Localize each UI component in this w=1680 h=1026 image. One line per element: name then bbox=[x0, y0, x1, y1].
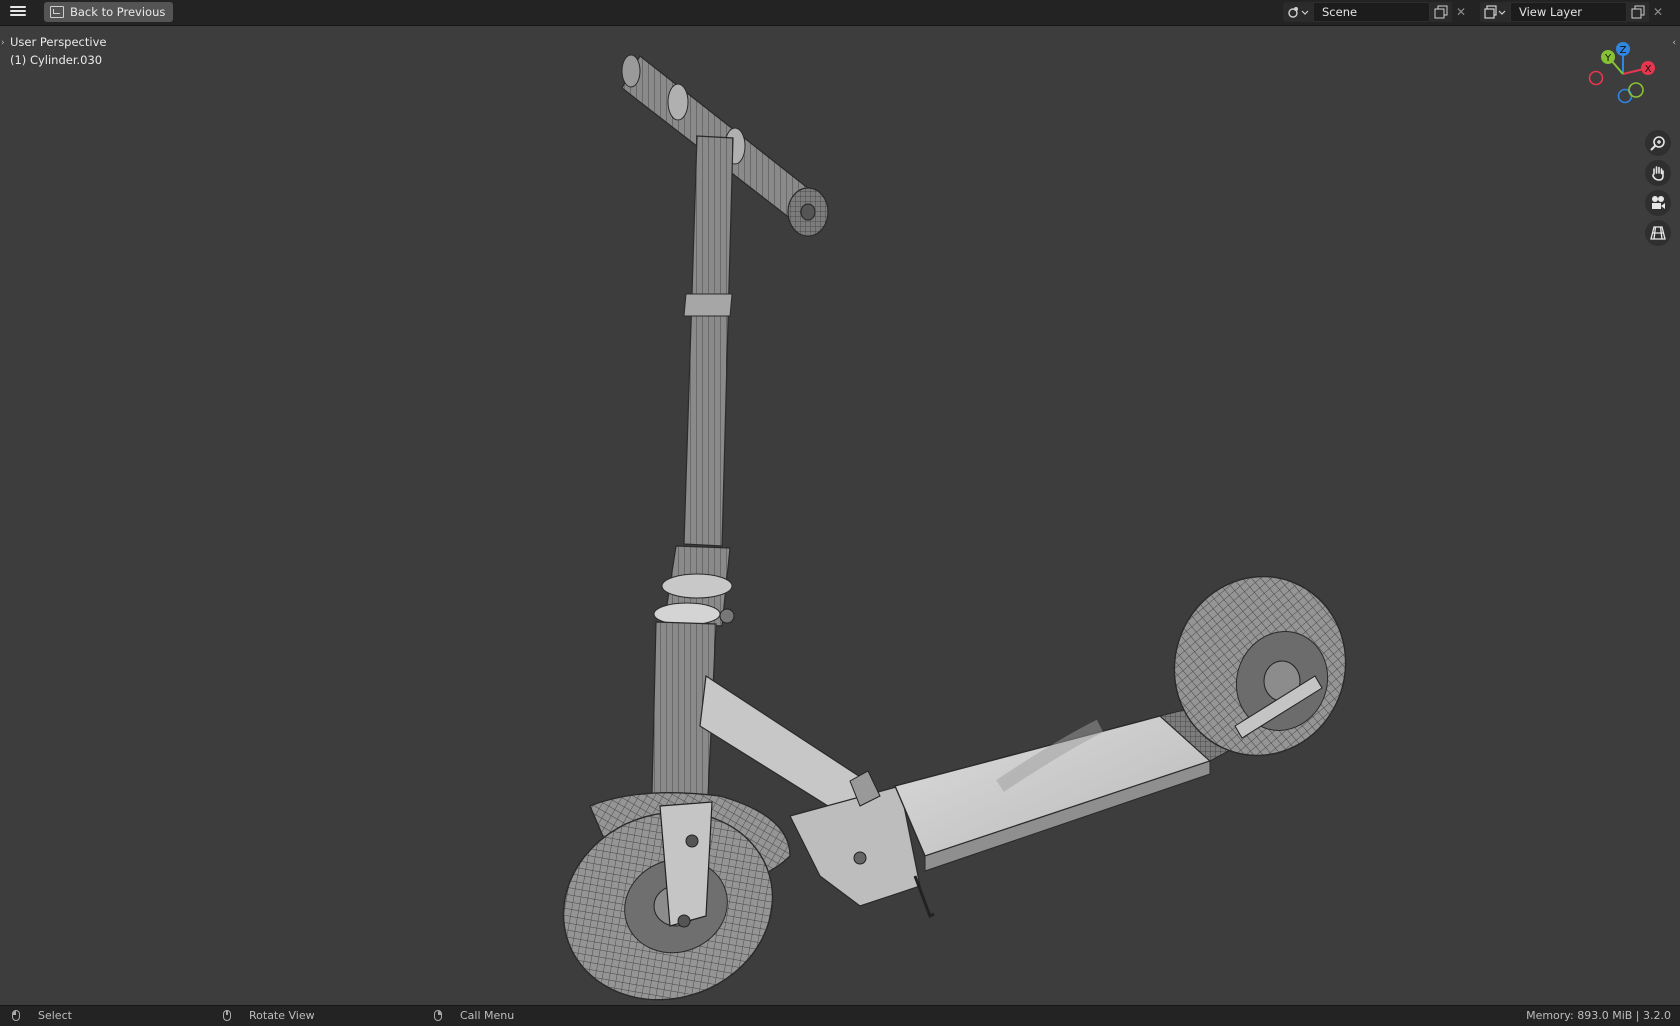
back-to-previous-label: Back to Previous bbox=[70, 5, 166, 19]
status-menu: Call Menu bbox=[434, 1009, 514, 1022]
view-layer-selector[interactable]: View Layer ✕ bbox=[1480, 2, 1667, 22]
front-wheel bbox=[562, 792, 791, 1001]
scene-selector[interactable]: Scene ✕ bbox=[1283, 2, 1470, 22]
menu-icon[interactable] bbox=[10, 4, 26, 20]
negative-x-handle[interactable] bbox=[1588, 70, 1604, 86]
new-scene-icon[interactable] bbox=[1430, 2, 1452, 22]
left-mouse-icon bbox=[12, 1010, 20, 1021]
back-to-previous-button[interactable]: Back to Previous bbox=[44, 2, 174, 22]
grid-perspective-icon[interactable] bbox=[1645, 220, 1671, 246]
status-rotate-label: Rotate View bbox=[249, 1009, 315, 1022]
memory-version: Memory: 893.0 MiB | 3.2.0 bbox=[1526, 1009, 1671, 1022]
gizmo-x-axis[interactable]: X bbox=[1641, 61, 1655, 75]
scene-name-field[interactable]: Scene bbox=[1313, 2, 1430, 22]
svg-text:X: X bbox=[1645, 64, 1652, 75]
navigation-gizmo[interactable]: Z X Y bbox=[1586, 40, 1656, 110]
zoom-icon[interactable] bbox=[1645, 130, 1671, 156]
gizmo-z-axis[interactable]: Z bbox=[1616, 42, 1630, 56]
status-menu-label: Call Menu bbox=[460, 1009, 515, 1022]
svg-text:Z: Z bbox=[1620, 45, 1627, 56]
status-select: Select bbox=[12, 1009, 72, 1022]
camera-icon[interactable] bbox=[1645, 190, 1671, 216]
status-bar: Select Rotate View Call Menu Memory: 893… bbox=[0, 1005, 1680, 1026]
scene-type-icon[interactable] bbox=[1283, 2, 1313, 22]
status-select-label: Select bbox=[38, 1009, 72, 1022]
right-mouse-icon bbox=[434, 1010, 442, 1021]
new-view-layer-icon[interactable] bbox=[1627, 2, 1649, 22]
3d-viewport[interactable]: › ‹ User Perspective (1) Cylinder.030 Z … bbox=[0, 26, 1680, 1005]
view-layer-name-field[interactable]: View Layer bbox=[1510, 2, 1627, 22]
svg-text:Y: Y bbox=[1604, 53, 1612, 64]
delete-view-layer-icon[interactable]: ✕ bbox=[1649, 2, 1667, 22]
middle-mouse-icon bbox=[223, 1010, 231, 1021]
delete-scene-icon[interactable]: ✕ bbox=[1452, 2, 1470, 22]
gizmo-y-axis[interactable]: Y bbox=[1601, 50, 1615, 64]
negative-y-handle[interactable] bbox=[1628, 82, 1644, 98]
hand-pan-icon[interactable] bbox=[1645, 160, 1671, 186]
status-rotate: Rotate View bbox=[223, 1009, 315, 1022]
scooter-model[interactable] bbox=[0, 26, 1680, 1005]
view-layer-type-icon[interactable] bbox=[1480, 2, 1510, 22]
top-bar: Back to Previous Scene ✕ View Layer ✕ bbox=[0, 0, 1680, 26]
back-icon bbox=[50, 6, 64, 18]
